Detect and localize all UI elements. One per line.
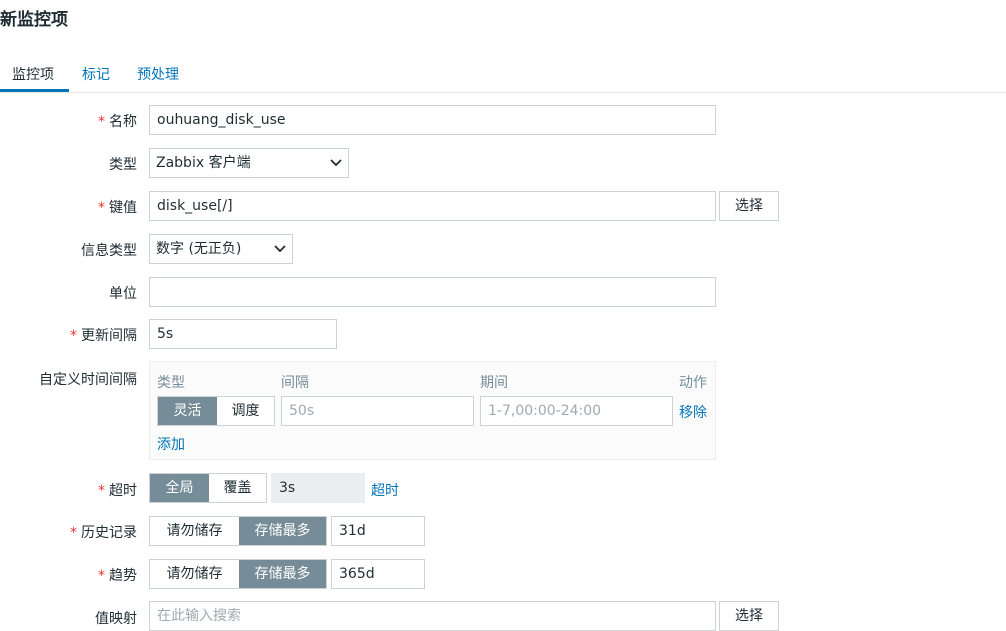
units-input[interactable] <box>149 277 716 307</box>
active-tab-indicator <box>0 89 69 92</box>
interval-period-input[interactable]: 1-7,00:00-24:00 <box>480 396 673 426</box>
key-label: * 键值 <box>98 200 137 216</box>
key-select-button[interactable]: 选择 <box>719 191 779 221</box>
key-input[interactable]: disk_use[/] <box>149 191 716 221</box>
trends-store-up-to-option[interactable]: 存储最多 <box>239 560 326 588</box>
value-map-select-button[interactable]: 选择 <box>719 601 779 631</box>
required-marker: * <box>98 568 105 584</box>
type-select[interactable]: Zabbix 客户端 <box>149 148 349 178</box>
tab-item[interactable]: 监控项 <box>12 64 54 84</box>
tab-tags[interactable]: 标记 <box>82 64 110 84</box>
type-select-value: Zabbix 客户端 <box>156 155 251 171</box>
update-interval-label: * 更新间隔 <box>70 328 137 344</box>
trends-input[interactable]: 365d <box>331 559 425 589</box>
interval-type-toggle: 灵活 调度 <box>157 396 275 426</box>
trends-mode-toggle: 请勿储存 存储最多 <box>149 559 327 589</box>
flexible-option[interactable]: 灵活 <box>158 397 217 425</box>
required-marker: * <box>70 525 77 541</box>
info-type-label: 信息类型 <box>81 243 137 259</box>
col-header-interval: 间隔 <box>281 375 309 391</box>
custom-intervals-table: 类型 间隔 期间 动作 灵活 调度 50s 1-7,00:00-24:00 移除… <box>149 361 716 460</box>
remove-interval-link[interactable]: 移除 <box>679 402 707 422</box>
col-header-type: 类型 <box>157 375 185 391</box>
name-input[interactable]: ouhuang_disk_use <box>149 105 716 135</box>
interval-delay-input[interactable]: 50s <box>281 396 474 426</box>
page-title: 新监控项 <box>0 10 68 30</box>
history-input[interactable]: 31d <box>331 516 425 546</box>
trends-do-not-store-option[interactable]: 请勿储存 <box>150 560 239 588</box>
update-interval-input[interactable]: 5s <box>149 319 337 349</box>
custom-intervals-label: 自定义时间间隔 <box>39 372 137 388</box>
timeout-global-option[interactable]: 全局 <box>150 474 209 502</box>
history-label: * 历史记录 <box>70 525 137 541</box>
trends-label: * 趋势 <box>98 568 137 584</box>
timeout-label: * 超时 <box>98 483 137 499</box>
required-marker: * <box>70 328 77 344</box>
col-header-action: 动作 <box>679 375 707 391</box>
tab-bar: 监控项 标记 预处理 <box>0 58 1006 93</box>
chevron-down-icon <box>274 245 286 253</box>
required-marker: * <box>98 483 105 499</box>
info-type-select[interactable]: 数字 (无正负) <box>149 234 293 264</box>
timeout-override-option[interactable]: 覆盖 <box>209 474 266 502</box>
value-map-search-input[interactable]: 在此输入搜索 <box>149 601 716 631</box>
timeout-input: 3s <box>271 473 365 503</box>
scheduling-option[interactable]: 调度 <box>217 397 274 425</box>
history-do-not-store-option[interactable]: 请勿储存 <box>150 517 239 545</box>
info-type-select-value: 数字 (无正负) <box>156 241 242 257</box>
history-store-up-to-option[interactable]: 存储最多 <box>239 517 326 545</box>
timeout-link[interactable]: 超时 <box>371 480 399 500</box>
name-label: * 名称 <box>98 114 137 130</box>
chevron-down-icon <box>330 159 342 167</box>
col-header-period: 期间 <box>480 375 508 391</box>
value-map-label: 值映射 <box>95 611 137 627</box>
required-marker: * <box>98 114 105 130</box>
history-mode-toggle: 请勿储存 存储最多 <box>149 516 327 546</box>
type-label: 类型 <box>109 157 137 173</box>
add-interval-link[interactable]: 添加 <box>157 434 185 454</box>
required-marker: * <box>98 200 105 216</box>
units-label: 单位 <box>109 286 137 302</box>
timeout-mode-toggle: 全局 覆盖 <box>149 473 267 503</box>
tab-preprocessing[interactable]: 预处理 <box>137 64 179 84</box>
